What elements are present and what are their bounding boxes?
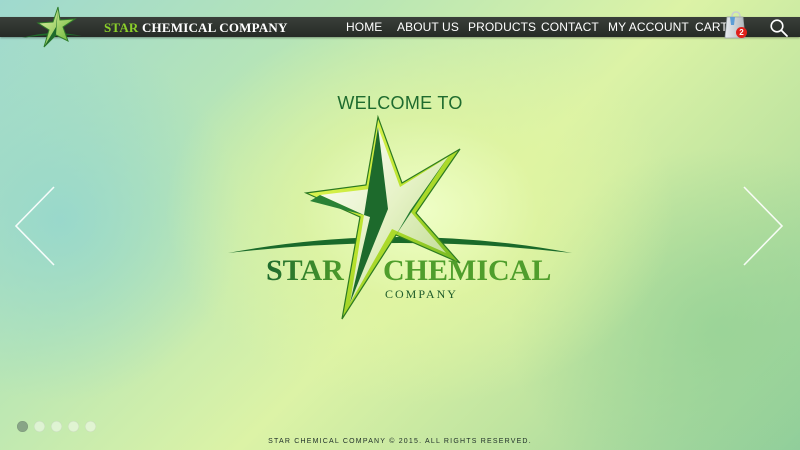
slide-dot[interactable] — [34, 421, 45, 432]
footer-copyright: STAR CHEMICAL COMPANY © 2015. ALL RIGHTS… — [268, 438, 532, 445]
nav-about-us[interactable]: ABOUT US — [397, 20, 459, 34]
slide-dot[interactable] — [17, 421, 28, 432]
welcome-heading: WELCOME TO — [337, 93, 463, 113]
nav-home[interactable]: HOME — [346, 20, 382, 34]
star-chemical-logo: STAR CHEMICAL COMPANY — [228, 114, 572, 320]
slider-prev-arrow-icon[interactable] — [12, 185, 56, 267]
nav-products[interactable]: PRODUCTS — [468, 20, 536, 34]
logo-text-star: STAR — [266, 254, 344, 287]
logo-text-chemical: CHEMICAL — [383, 254, 551, 287]
slide-dot[interactable] — [68, 421, 79, 432]
search-icon[interactable] — [769, 18, 789, 38]
nav-my-account[interactable]: MY ACCOUNT — [608, 20, 689, 34]
slide-dot[interactable] — [85, 421, 96, 432]
slide-dot[interactable] — [51, 421, 62, 432]
nav-contact[interactable]: CONTACT — [541, 20, 599, 34]
cart-count-badge: 2 — [736, 27, 747, 38]
main-nav: HOME ABOUT US PRODUCTS CONTACT MY ACCOUN… — [0, 17, 800, 37]
logo-text-company: COMPANY — [385, 287, 458, 301]
slider-next-arrow-icon[interactable] — [742, 185, 786, 267]
